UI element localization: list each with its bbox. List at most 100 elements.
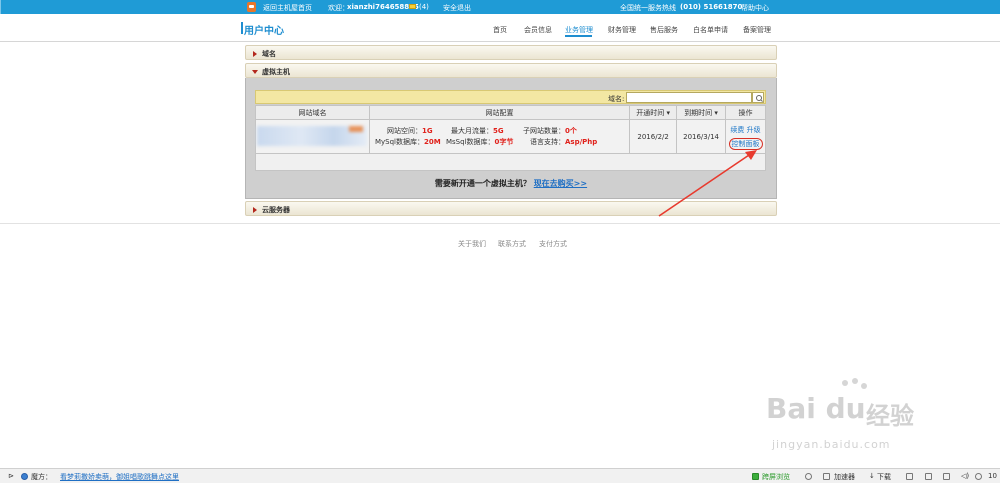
traffic-spec: 最大月流量：5G <box>451 126 504 136</box>
mssql-value: 0字节 <box>494 138 514 146</box>
col-ops: 操作 <box>725 105 766 120</box>
search-bar: 域名: <box>255 90 766 104</box>
welcome-label: 欢迎： <box>328 4 349 12</box>
nav-whitelist[interactable]: 白名单申请 <box>693 25 728 35</box>
mail-count[interactable]: (4) <box>419 3 429 11</box>
paw-icon <box>842 380 848 386</box>
table-row: 网站空间：1G 最大月流量：5G 子网站数量：0个 MySql数据库：20M M… <box>255 119 766 154</box>
cloud-panel-title: 云服务器 <box>262 206 290 214</box>
accelerator-button[interactable]: 加速器 <box>834 472 855 482</box>
space-label: 网站空间： <box>386 127 422 135</box>
col-expire-time[interactable]: 到期时间 <box>676 105 727 120</box>
promo-line: 需要新开通一个虚拟主机？ 现在去购买>> <box>246 178 776 189</box>
watermark-text: 经验 <box>866 402 914 430</box>
vhost-panel-body: 域名: 网站域名 网站配置 开通时间 到期时间 操作 网站空间：1G 最大月流量… <box>245 78 777 199</box>
nav-active-indicator <box>565 35 592 37</box>
accelerator-icon <box>823 473 830 480</box>
paw-icon <box>861 383 867 389</box>
col-open-time-label: 开通时间 <box>636 108 665 117</box>
news-link[interactable]: 看梦莉撒娇卖萌，御姐唱歌跳舞点这里 <box>60 472 179 482</box>
nav-icp[interactable]: 备案管理 <box>743 25 771 35</box>
vhost-panel-title: 虚拟主机 <box>262 68 290 76</box>
lang-spec: 语言支持：Asp/Php <box>530 137 597 147</box>
collapse-arrow-icon <box>252 70 258 74</box>
volume-icon[interactable]: ◁) <box>961 472 969 480</box>
traffic-label: 最大月流量： <box>450 127 493 135</box>
back-home-link[interactable]: 返回主机屋首页 <box>263 3 312 13</box>
table-row-empty <box>255 153 766 171</box>
ops-row: 续费 升级 <box>726 125 765 135</box>
traffic-value: 5G <box>492 127 504 135</box>
nav-member-info[interactable]: 会员信息 <box>524 25 552 35</box>
mail-icon[interactable] <box>409 4 416 9</box>
browser-status-bar: ⊳ 魔方： 看梦莉撒娇卖萌，御姐唱歌跳舞点这里 跨屏浏览 加速器 ↓ 下载 ◁)… <box>0 468 1000 483</box>
settings-icon[interactable] <box>943 473 950 480</box>
download-icon: ↓ <box>869 472 875 480</box>
mysql-label: MySql数据库： <box>374 138 424 146</box>
zoom-level[interactable]: 10 <box>988 472 997 480</box>
zoom-icon[interactable] <box>975 473 982 480</box>
history-icon[interactable] <box>805 473 812 480</box>
cloud-panel-header[interactable]: 云服务器 <box>245 201 777 216</box>
nav-home[interactable]: 首页 <box>493 25 507 35</box>
search-label: 域名: <box>608 95 625 103</box>
screenshot-icon[interactable] <box>925 473 932 480</box>
lang-label: 语言支持： <box>529 138 565 146</box>
expand-icon[interactable]: ⊳ <box>8 472 14 480</box>
subsite-label: 子网站数量： <box>522 127 565 135</box>
promo-text: 需要新开通一个虚拟主机？ <box>434 179 531 188</box>
hotline-label: 全国统一服务热线 <box>620 4 676 12</box>
expire-time-cell: 2016/3/14 <box>676 119 727 154</box>
site-domain-cell <box>255 119 370 154</box>
cross-screen-button[interactable]: 跨屏浏览 <box>762 472 790 482</box>
empty-cell <box>255 153 766 171</box>
footer-contact[interactable]: 联系方式 <box>498 239 526 249</box>
footer-payment[interactable]: 支付方式 <box>539 239 567 249</box>
page-title: 用户中心 <box>241 22 284 37</box>
watermark-logo: Bai du <box>766 392 866 425</box>
site-logo-icon[interactable] <box>247 2 256 12</box>
layout-icon[interactable] <box>906 473 913 480</box>
buy-now-link[interactable]: 现在去购买>> <box>534 179 587 188</box>
divider <box>0 0 1 8</box>
lang-value: Asp/Php <box>564 138 598 146</box>
blurred-domain[interactable] <box>257 125 368 146</box>
control-panel-link[interactable]: 控制面板 <box>728 138 763 150</box>
ops-cell: 续费 升级 控制面板 <box>725 119 766 154</box>
logout-link[interactable]: 安全退出 <box>443 3 471 13</box>
expand-arrow-icon <box>253 207 257 213</box>
paw-icon <box>852 378 858 384</box>
domain-search-input[interactable] <box>626 92 752 103</box>
col-open-time[interactable]: 开通时间 <box>629 105 678 120</box>
nav-business[interactable]: 业务管理 <box>565 25 593 35</box>
open-time-cell: 2016/2/2 <box>629 119 678 154</box>
table-header-row: 网站域名 网站配置 开通时间 到期时间 操作 <box>255 105 766 120</box>
domain-tag <box>349 125 364 132</box>
upgrade-link[interactable]: 升级 <box>747 126 761 134</box>
top-bar: 返回主机屋首页 欢迎： xianzhi764658875 (4) 安全退出 全国… <box>0 0 1000 24</box>
magic-label: 魔方： <box>31 473 52 481</box>
mysql-spec: MySql数据库：20M <box>375 137 441 147</box>
config-details: 网站空间：1G 最大月流量：5G 子网站数量：0个 MySql数据库：20M M… <box>370 120 629 153</box>
baidu-watermark: Bai du 经验 jingyan.baidu.com <box>760 378 950 458</box>
vhost-table: 网站域名 网站配置 开通时间 到期时间 操作 网站空间：1G 最大月流量：5G … <box>255 105 766 171</box>
space-value: 1G <box>421 127 433 135</box>
download-button[interactable]: 下载 <box>877 472 891 482</box>
watermark-url: jingyan.baidu.com <box>772 438 891 451</box>
space-spec: 网站空间：1G <box>387 126 433 136</box>
domain-panel-title: 域名 <box>262 50 276 58</box>
subsite-spec: 子网站数量：0个 <box>523 126 577 136</box>
vhost-panel-header[interactable]: 虚拟主机 <box>245 63 777 78</box>
footer-about[interactable]: 关于我们 <box>458 239 486 249</box>
header: 用户中心 首页 会员信息 业务管理 财务管理 售后服务 白名单申请 备案管理 <box>0 14 1000 42</box>
subsite-value: 0个 <box>564 127 577 135</box>
renew-link[interactable]: 续费 <box>730 126 744 134</box>
domain-panel-header[interactable]: 域名 <box>245 45 777 60</box>
nav-finance[interactable]: 财务管理 <box>608 25 636 35</box>
help-center-link[interactable]: 帮助中心 <box>741 3 769 13</box>
mysql-value: 20M <box>424 138 441 146</box>
col-expire-time-label: 到期时间 <box>684 108 713 117</box>
nav-aftersales[interactable]: 售后服务 <box>650 25 678 35</box>
col-site-domain: 网站域名 <box>255 105 370 120</box>
search-icon[interactable] <box>752 92 764 103</box>
